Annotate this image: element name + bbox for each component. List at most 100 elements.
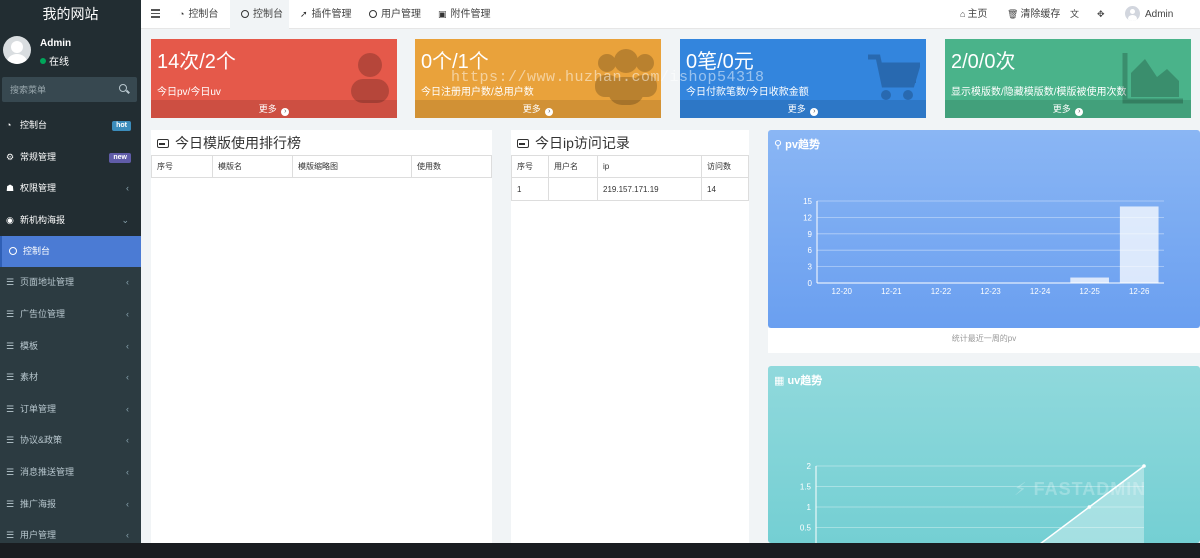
column-header: 序号 [151, 155, 213, 178]
sidebar-item-label: 控制台 [23, 246, 51, 257]
tab-users[interactable]: 用户管理 [369, 0, 431, 29]
sidebar-item-material[interactable]: ☰ 素材 ‹ [0, 362, 141, 394]
more-label: 更多 [787, 104, 806, 114]
cogs-icon: ⚙ [6, 151, 15, 162]
panel-header: 今日模版使用排行榜 [151, 130, 492, 155]
dashboard-icon: ◔ [6, 120, 12, 130]
table-cell: 219.157.171.19 [597, 177, 702, 201]
sidebar-item-label: 模板 [20, 340, 39, 351]
y-tick-label: 15 [803, 197, 812, 206]
area-fill [1041, 466, 1144, 543]
sidebar-item-label: 用户管理 [20, 530, 57, 541]
x-tick-label: 12-21 [881, 287, 902, 296]
sidebar-item-label: 控制台 [20, 120, 48, 130]
data-point [1142, 464, 1146, 468]
more-link[interactable]: 更多 › [680, 100, 926, 118]
sidebar-item-page-url[interactable]: ☰ 页面地址管理 ‹ [0, 267, 141, 299]
y-tick-label: 9 [808, 230, 813, 239]
home-link[interactable]: ⌂ 主页 [960, 0, 987, 29]
ip-access-table: 序号 用户名 ip 访问数 1 219.157.171.19 14 [511, 155, 749, 201]
stat-desc: 今日付款笔数/今日收款金额 [686, 87, 809, 98]
stat-users: 0个/1个 今日注册用户数/总用户数 更多 › [415, 39, 661, 118]
column-header: 模版缩略图 [292, 155, 412, 178]
sidebar-menu: ◔ 控制台 hot ⚙ 常规管理 new ☗ 权限管理 ‹ ◉ 新机构海报 ⌄ 控制台 ☰ 页面地… [0, 110, 141, 543]
chevron-left-icon: ‹ [126, 183, 129, 194]
image-icon: ▣ [438, 9, 447, 19]
tab-dashboard[interactable]: ◔ 控制台 [179, 0, 229, 29]
list-icon: ☰ [6, 435, 15, 446]
user-name: Admin [40, 38, 72, 49]
tab-console[interactable]: 控制台 [230, 0, 289, 29]
admin-menu[interactable]: Admin [1125, 0, 1173, 29]
site-title[interactable]: 我的网站 [0, 0, 141, 29]
chevron-left-icon: ‹ [126, 277, 129, 288]
area-chart-icon [1122, 53, 1183, 104]
sidebar-item-ads[interactable]: ☰ 广告位管理 ‹ [0, 298, 141, 331]
sidebar-item-users[interactable]: ☰ 用户管理 ‹ [0, 520, 141, 543]
y-tick-label: 0.5 [800, 524, 812, 533]
pv-chart-footer: 统计最近一周的pv [768, 328, 1200, 353]
avatar[interactable] [3, 36, 31, 64]
panel-title: 今日模版使用排行榜 [175, 135, 301, 151]
y-tick-label: 2 [807, 462, 812, 471]
x-tick-label: 12-24 [1030, 287, 1051, 296]
column-header: ip [597, 155, 702, 178]
y-tick-label: 6 [808, 246, 813, 255]
bar [1119, 206, 1159, 283]
tab-label: 附件管理 [450, 9, 491, 20]
sidebar-item-auth[interactable]: ☗ 权限管理 ‹ [0, 173, 141, 205]
sidebar-item-dashboard[interactable]: ◔ 控制台 hot [0, 110, 141, 142]
more-link[interactable]: 更多 › [151, 100, 397, 118]
more-link[interactable]: 更多 › [945, 100, 1191, 118]
chevron-left-icon: ‹ [126, 340, 129, 351]
y-tick-label: 12 [803, 213, 812, 222]
column-header: 模版名 [212, 155, 293, 178]
stat-value: 0笔/0元 [686, 51, 754, 73]
sidebar-item-orders[interactable]: ☰ 订单管理 ‹ [0, 393, 141, 426]
language-button[interactable]: 文 [1070, 0, 1081, 29]
menu-toggle-icon[interactable] [151, 9, 160, 18]
sidebar-item-poster[interactable]: ◉ 新机构海报 ⌄ [0, 205, 141, 237]
sidebar-item-general[interactable]: ⚙ 常规管理 new [0, 142, 141, 174]
panel-title: 今日ip访问记录 [535, 135, 630, 151]
y-tick-label: 1 [807, 503, 812, 512]
sidebar-item-label: 素材 [20, 372, 39, 383]
clear-cache-button[interactable]: 🗑 清除缓存 [1007, 0, 1060, 29]
sidebar-item-label: 消息推送管理 [20, 466, 75, 477]
cart-icon [868, 54, 920, 100]
sidebar-item-label: 常规管理 [20, 151, 57, 162]
template-ranking-panel: 今日模版使用排行榜 序号 模版名 模版缩略图 使用数 [151, 130, 492, 543]
list-icon: ☰ [6, 498, 15, 509]
pv-chart-box: ⚲ pv趋势 0 3 6 9 12 15 12-20 12-21 12-22 12-23 12-24… [768, 130, 1200, 328]
sidebar-item-console[interactable]: 控制台 [0, 236, 141, 268]
menu-search-input[interactable] [2, 77, 137, 102]
circle-icon [241, 10, 249, 18]
menu-search [2, 77, 137, 102]
avatar [1125, 6, 1140, 21]
sidebar-item-promo-poster[interactable]: ☰ 推广海报 ‹ [0, 488, 141, 521]
new-badge: new [109, 152, 131, 163]
group-icon: ☗ [6, 183, 15, 194]
stat-templates: 2/0/0次 显示模版数/隐藏模版数/模版被使用次数 更多 › [945, 39, 1191, 118]
fastadmin-logo: ⚡ FASTADMIN [1014, 479, 1146, 500]
tab-plugins[interactable]: ➚ 插件管理 [300, 0, 362, 29]
inbox-icon [157, 139, 169, 148]
tab-attachments[interactable]: ▣ 附件管理 [438, 0, 500, 29]
fullscreen-icon: ✥ [1097, 9, 1105, 19]
chevron-down-icon: ⌄ [121, 214, 129, 225]
sidebar-item-template[interactable]: ☰ 模板 ‹ [0, 330, 141, 363]
column-header: 序号 [511, 155, 549, 178]
search-icon[interactable] [119, 84, 127, 92]
sidebar-item-label: 推广海报 [20, 498, 57, 509]
fullscreen-button[interactable]: ✥ [1097, 0, 1107, 29]
tab-label: 控制台 [188, 9, 219, 20]
dashboard-icon: ◔ [179, 9, 185, 19]
user-icon [351, 53, 389, 103]
chevron-left-icon: ‹ [126, 308, 129, 319]
chevron-left-icon: ‹ [126, 403, 129, 414]
circle-icon [369, 10, 377, 18]
column-header: 用户名 [548, 155, 598, 178]
sidebar-item-push[interactable]: ☰ 消息推送管理 ‹ [0, 456, 141, 489]
more-link[interactable]: 更多 › [415, 100, 661, 118]
sidebar-item-policy[interactable]: ☰ 协议&政策 ‹ [0, 425, 141, 457]
